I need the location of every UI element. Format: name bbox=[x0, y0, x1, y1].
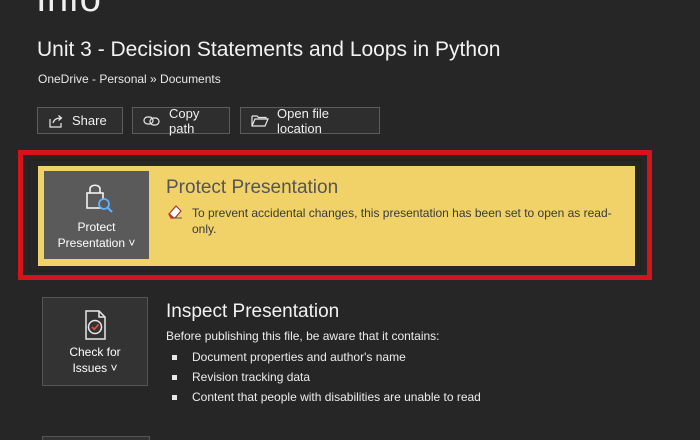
list-item: Revision tracking data bbox=[172, 367, 481, 387]
list-item-text: Revision tracking data bbox=[192, 370, 311, 384]
eraser-icon bbox=[168, 205, 182, 219]
inspect-tile-label: Check for Issues ˅ bbox=[69, 344, 120, 376]
backstage-info-page: Info Unit 3 - Decision Statements and Lo… bbox=[0, 0, 700, 440]
inspect-items-list: Document properties and author's name Re… bbox=[172, 347, 481, 407]
inspect-description: Before publishing this file, be aware th… bbox=[166, 329, 440, 343]
link-icon bbox=[143, 115, 160, 126]
list-item: Content that people with disabilities ar… bbox=[172, 387, 481, 407]
protect-tile-line1: Protect bbox=[77, 220, 116, 234]
check-for-issues-button[interactable]: Check for Issues ˅ bbox=[42, 297, 148, 386]
folder-icon bbox=[251, 115, 269, 127]
bullet bbox=[172, 354, 177, 360]
bullet bbox=[172, 374, 177, 380]
open-file-location-label: Open file location bbox=[277, 105, 330, 136]
copy-path-label: Copy path bbox=[169, 105, 200, 136]
open-file-location-button[interactable]: Open file location bbox=[240, 105, 380, 136]
protect-presentation-button[interactable]: Protect Presentation ˅ bbox=[44, 171, 149, 259]
share-icon bbox=[49, 114, 63, 128]
share-button[interactable]: Share bbox=[37, 107, 123, 134]
list-item-text: Document properties and author's name bbox=[192, 350, 406, 364]
share-label: Share bbox=[72, 113, 107, 128]
bullet bbox=[172, 394, 177, 400]
next-section-tile[interactable] bbox=[42, 436, 150, 440]
copy-path-button[interactable]: Copy path bbox=[132, 105, 230, 136]
protect-presentation-title: Protect Presentation bbox=[166, 177, 339, 198]
document-check-icon bbox=[85, 310, 106, 340]
lock-magnifier-icon bbox=[85, 184, 113, 213]
list-item-text: Content that people with disabilities ar… bbox=[192, 390, 481, 404]
protect-tile-label: Protect Presentation ˅ bbox=[58, 219, 136, 251]
inspect-tile-line1: Check for bbox=[69, 345, 121, 359]
protect-tile-line2: Presentation ˅ bbox=[57, 236, 136, 250]
protect-message: To prevent accidental changes, this pres… bbox=[192, 206, 612, 236]
page-heading: Info bbox=[36, 0, 101, 21]
inspect-tile-line2: Issues ˅ bbox=[72, 361, 118, 375]
list-item: Document properties and author's name bbox=[172, 347, 481, 367]
inspect-presentation-title: Inspect Presentation bbox=[166, 301, 340, 322]
breadcrumb[interactable]: OneDrive - Personal » Documents bbox=[38, 72, 221, 86]
document-title: Unit 3 - Decision Statements and Loops i… bbox=[37, 38, 501, 61]
